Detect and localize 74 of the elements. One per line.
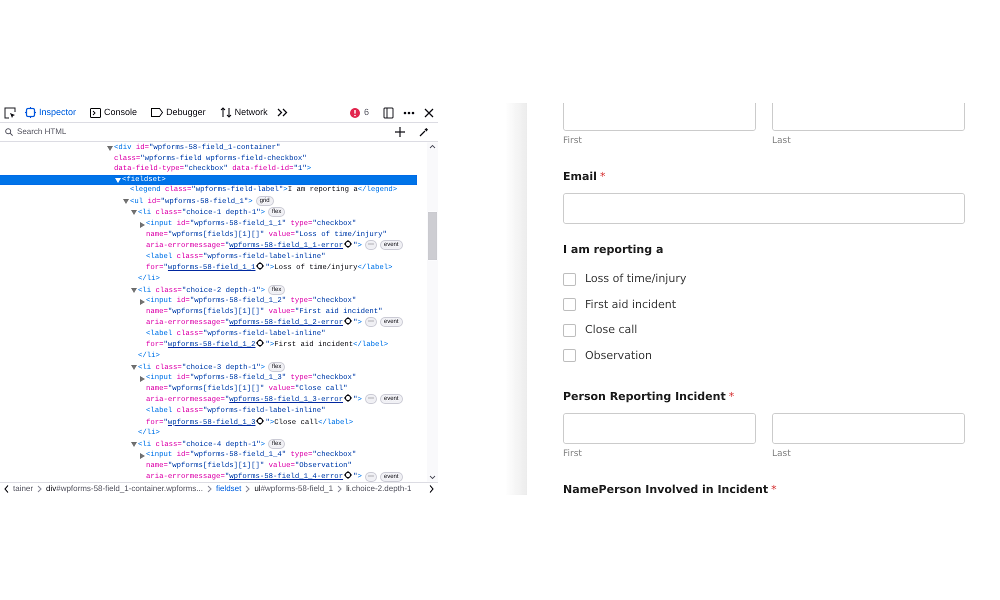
error-icon[interactable] [350, 108, 360, 118]
name-input-field[interactable] [772, 413, 965, 444]
network-icon [220, 107, 232, 118]
breadcrumb[interactable]: fieldset [216, 483, 242, 495]
breadcrumb[interactable]: li.choice-2.depth-1 [346, 483, 412, 495]
field-label: Email * [563, 168, 606, 184]
collapsed-twisty-icon[interactable] [140, 453, 144, 460]
field-sublabel: Last [772, 135, 792, 148]
checkbox-label: Close call [585, 322, 638, 338]
scroll-right-icon[interactable] [429, 485, 434, 493]
checkbox[interactable] [563, 324, 576, 337]
separator-icon [206, 485, 212, 493]
target-icon[interactable] [344, 471, 352, 480]
name-input-field[interactable] [563, 103, 756, 131]
expanded-twisty-icon[interactable] [131, 288, 137, 293]
scroll-up-icon[interactable] [429, 144, 436, 149]
inspector-icon [25, 107, 36, 118]
target-icon[interactable] [344, 394, 352, 402]
error-count: 6 [364, 106, 369, 119]
breadcrumb[interactable]: ul#wpforms-58-field_1 [254, 483, 334, 495]
field-sublabel: Last [772, 448, 792, 461]
breadcrumb[interactable]: div#wpforms-58-field_1-container.wpforms... [46, 483, 203, 495]
name-input-field[interactable] [563, 413, 756, 444]
expanded-twisty-icon[interactable] [131, 210, 137, 216]
target-icon[interactable] [256, 262, 264, 270]
close-icon[interactable] [424, 108, 434, 118]
expanded-twisty-icon[interactable] [107, 146, 113, 151]
separator-icon [245, 485, 250, 493]
target-icon[interactable] [256, 416, 264, 425]
checkbox[interactable] [563, 272, 576, 286]
required-mark: * [600, 170, 606, 182]
add-node-icon[interactable] [395, 127, 405, 137]
email-input-field[interactable] [563, 193, 965, 224]
checkbox-label: First aid incident [585, 296, 676, 312]
field-label: NamePerson Involved in Incident * [563, 482, 778, 495]
separator-icon [37, 485, 42, 493]
expanded-twisty-icon[interactable] [123, 198, 129, 204]
debugger-icon [151, 108, 164, 117]
console-icon [90, 108, 102, 118]
expanded-twisty-icon[interactable] [131, 364, 137, 370]
required-mark: * [728, 390, 734, 402]
scroll-left-icon[interactable] [4, 485, 9, 493]
checkbox[interactable] [563, 298, 576, 312]
eyedropper-icon[interactable] [419, 127, 429, 137]
target-icon[interactable] [256, 339, 264, 348]
scroll-down-icon[interactable] [429, 475, 436, 480]
target-icon[interactable] [344, 240, 352, 248]
checkbox[interactable] [563, 349, 576, 362]
scrollbar-thumb[interactable] [428, 212, 437, 260]
required-mark: * [771, 482, 777, 495]
expanded-twisty-icon[interactable] [131, 442, 137, 447]
search-icon [5, 128, 13, 136]
devtools-tab[interactable]: Debugger [146, 102, 211, 122]
breadcrumb[interactable]: tainer [13, 483, 34, 495]
expanded-twisty-icon[interactable] [115, 178, 121, 183]
field-label: I am reporting a [563, 242, 664, 258]
collapsed-twisty-icon[interactable] [140, 376, 144, 382]
devtools-tab[interactable]: Network [214, 102, 273, 122]
collapsed-twisty-icon[interactable] [140, 299, 144, 306]
field-label: Person Reporting Incident * [563, 388, 736, 404]
field-sublabel: First [563, 448, 583, 461]
separator-icon [337, 485, 342, 493]
target-icon[interactable] [344, 317, 352, 326]
checkbox-label: Loss of time/injury [585, 271, 686, 287]
checkbox-label: Observation [585, 348, 652, 364]
collapsed-twisty-icon[interactable] [140, 222, 144, 228]
more-tabs-icon[interactable] [276, 108, 288, 117]
field-sublabel: First [563, 135, 583, 148]
element-picker-icon[interactable] [4, 106, 16, 118]
devtools-tab[interactable]: Inspector [20, 102, 82, 122]
name-input-field[interactable] [772, 103, 965, 131]
devtools-tab[interactable]: Console [85, 102, 142, 122]
more-icon[interactable] [403, 110, 415, 114]
responsive-design-icon[interactable] [383, 106, 394, 118]
